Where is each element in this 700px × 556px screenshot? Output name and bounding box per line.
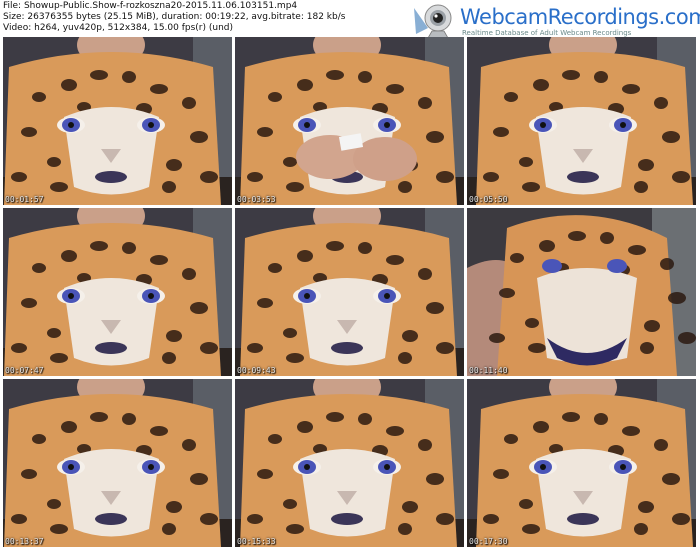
frame-image bbox=[467, 37, 696, 205]
frame-image bbox=[235, 379, 464, 547]
thumbnail-grid: 00:01:57 00:03:53 00:05:50 00:07:47 00:09:43… bbox=[3, 37, 697, 553]
thumbnail-frame[interactable]: 00:01:57 bbox=[3, 37, 232, 205]
thumbnail-frame[interactable]: 00:07:47 bbox=[3, 208, 232, 376]
site-logo[interactable]: WebcamRecordings.com Realtime Database o… bbox=[408, 2, 700, 39]
file-size-line: Size: 26376355 bytes (25.15 MiB), durati… bbox=[3, 12, 346, 22]
frame-timestamp: 00:11:40 bbox=[469, 366, 508, 375]
frame-image bbox=[3, 208, 232, 376]
frame-image bbox=[467, 379, 696, 547]
site-name: WebcamRecordings.com bbox=[460, 5, 700, 29]
thumbnail-frame[interactable]: 00:05:50 bbox=[467, 37, 696, 205]
thumbnail-frame[interactable]: 00:09:43 bbox=[235, 208, 464, 376]
thumbnail-frame[interactable]: 00:17:30 bbox=[467, 379, 696, 547]
frame-image bbox=[3, 37, 232, 205]
frame-image bbox=[235, 37, 464, 205]
frame-timestamp: 00:13:37 bbox=[5, 537, 44, 546]
frame-timestamp: 00:09:43 bbox=[237, 366, 276, 375]
thumbnail-frame[interactable]: 00:13:37 bbox=[3, 379, 232, 547]
thumbnail-frame[interactable]: 00:03:53 bbox=[235, 37, 464, 205]
frame-timestamp: 00:05:50 bbox=[469, 195, 508, 204]
video-info-line: Video: h264, yuv420p, 512x384, 15.00 fps… bbox=[3, 23, 234, 33]
frame-image bbox=[235, 208, 464, 376]
file-name-line: File: Showup-Public.Show-f-rozkoszna20-2… bbox=[3, 1, 298, 11]
frame-image bbox=[3, 379, 232, 547]
thumbnail-frame[interactable]: 00:15:33 bbox=[235, 379, 464, 547]
webcam-icon bbox=[414, 4, 452, 39]
frame-timestamp: 00:01:57 bbox=[5, 195, 44, 204]
frame-timestamp: 00:07:47 bbox=[5, 366, 44, 375]
site-tagline: Realtime Database of Adult Webcam Record… bbox=[462, 29, 632, 37]
file-info: File: Showup-Public.Show-f-rozkoszna20-2… bbox=[3, 1, 345, 34]
frame-timestamp: 00:15:33 bbox=[237, 537, 276, 546]
frame-timestamp: 00:03:53 bbox=[237, 195, 276, 204]
frame-image bbox=[467, 208, 696, 376]
frame-timestamp: 00:17:30 bbox=[469, 537, 508, 546]
header: File: Showup-Public.Show-f-rozkoszna20-2… bbox=[0, 0, 700, 39]
thumbnail-frame[interactable]: 00:11:40 bbox=[467, 208, 696, 376]
